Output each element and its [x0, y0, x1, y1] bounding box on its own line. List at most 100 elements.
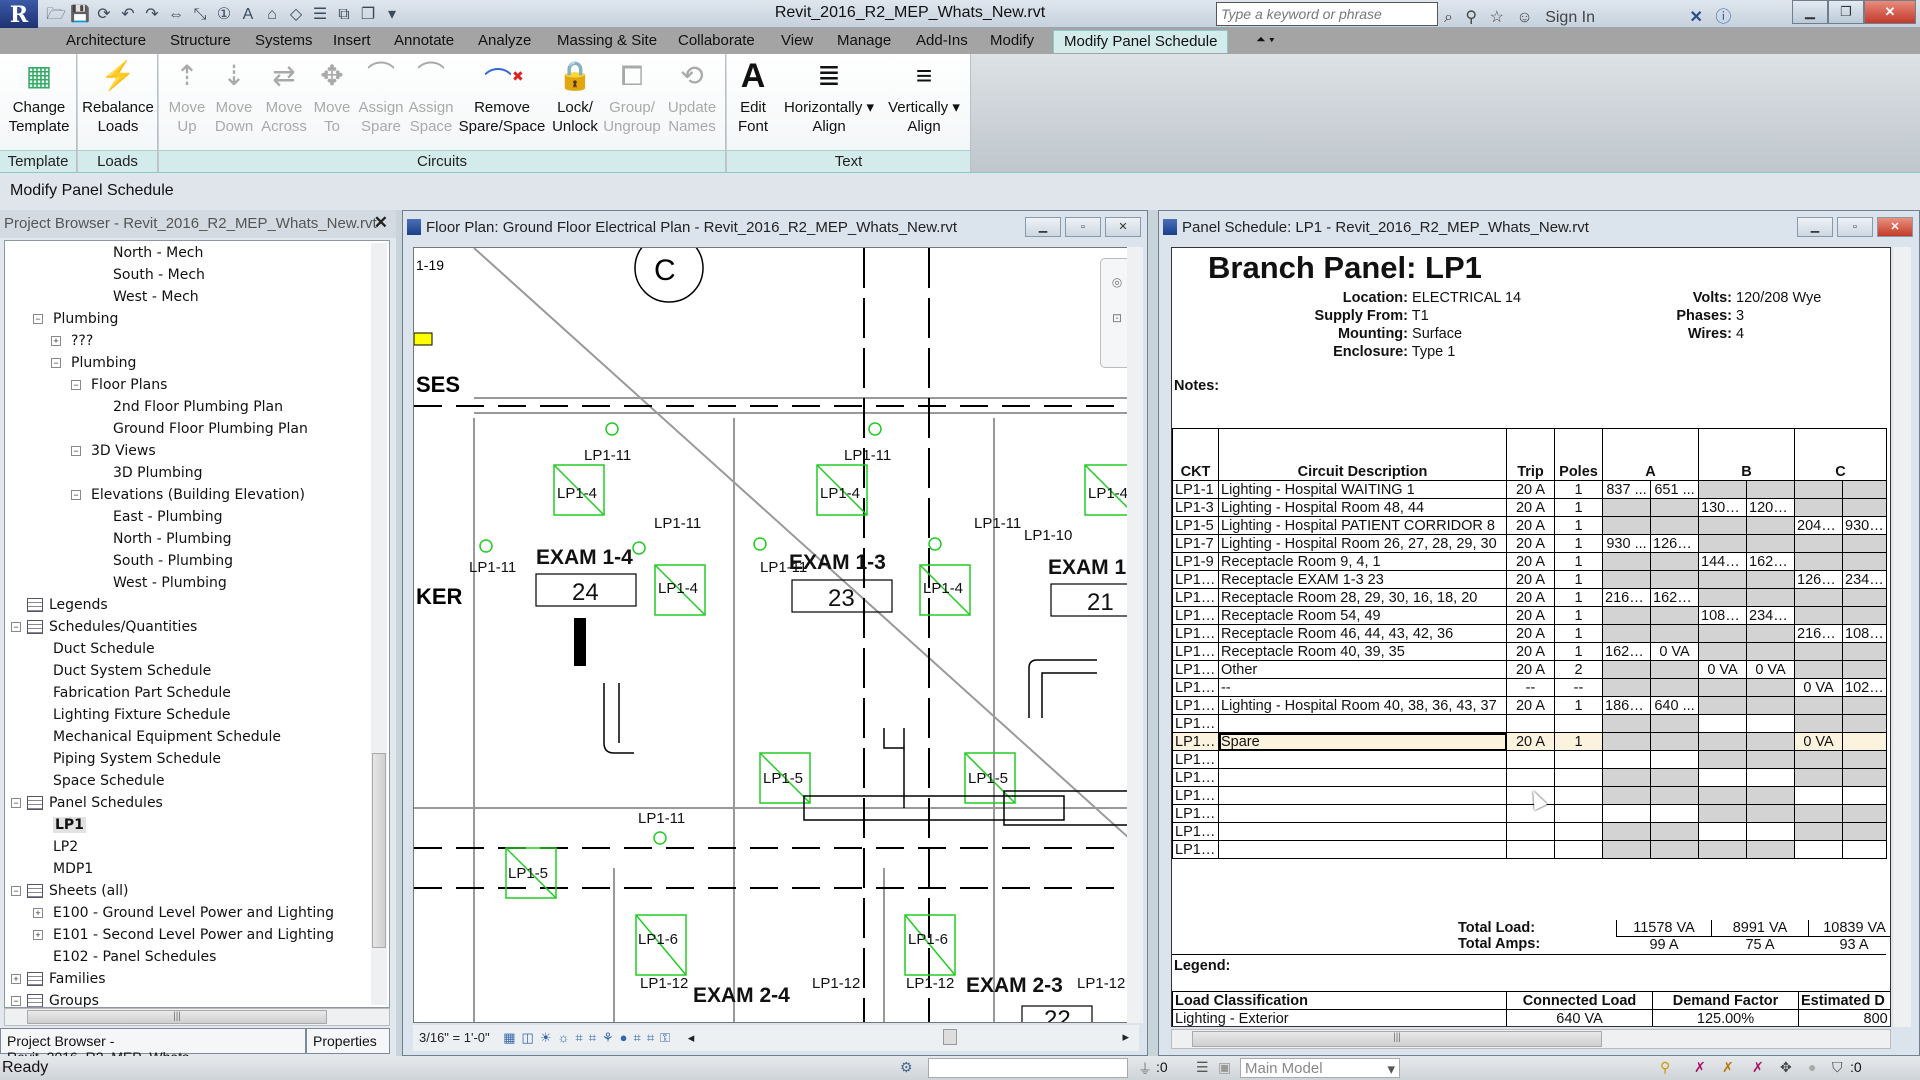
cell-b1[interactable]: [1698, 570, 1748, 589]
design-option-icon[interactable]: ▣: [1218, 1059, 1231, 1076]
cell-a1[interactable]: [1602, 750, 1651, 769]
cell-c2[interactable]: [1842, 804, 1888, 823]
cell-desc[interactable]: Receptacle Room 40, 39, 35: [1218, 642, 1507, 661]
cell-poles[interactable]: 1: [1554, 516, 1603, 535]
cell-c2[interactable]: [1842, 552, 1888, 571]
section-icon[interactable]: ◇: [284, 4, 308, 24]
minimize-button[interactable]: ▁: [1792, 0, 1828, 24]
circuit-row[interactable]: LP1-7 Lighting - Hospital Room 26, 27, 28…: [1172, 534, 1888, 553]
scrollbar-thumb[interactable]: [372, 753, 386, 948]
cell-poles[interactable]: 1: [1554, 624, 1603, 643]
cell-b2[interactable]: [1746, 732, 1796, 751]
cell-b1[interactable]: [1698, 642, 1748, 661]
cell-desc[interactable]: Receptacle Room 9, 4, 1: [1218, 552, 1507, 571]
cell-b2[interactable]: [1746, 642, 1796, 661]
cell-c1[interactable]: [1794, 534, 1844, 553]
cell-poles[interactable]: 1: [1554, 570, 1603, 589]
cell-a1[interactable]: 1860...: [1602, 696, 1651, 715]
cell-ckt[interactable]: LP1-3: [1172, 498, 1219, 517]
cell-poles[interactable]: [1554, 750, 1603, 769]
drag-elements-icon[interactable]: ✥: [1780, 1059, 1792, 1076]
cell-a2[interactable]: [1649, 804, 1700, 823]
circuit-row[interactable]: LP1-... Spare 20 A1 0 VA: [1172, 732, 1888, 751]
subscription-icon[interactable]: ⚲: [1465, 9, 1477, 26]
circuit-row[interactable]: LP1-...: [1172, 822, 1888, 841]
cell-c2[interactable]: [1842, 696, 1888, 715]
tab-systems[interactable]: Systems: [255, 32, 313, 49]
cell-a2[interactable]: 1620...: [1649, 588, 1700, 607]
cell-poles[interactable]: 1: [1554, 552, 1603, 571]
cell-c1[interactable]: 1260...: [1794, 570, 1844, 589]
cell-poles[interactable]: [1554, 840, 1603, 859]
cell-a1[interactable]: [1602, 498, 1651, 517]
cell-c2[interactable]: [1842, 732, 1888, 751]
scrollbar-thumb[interactable]: |||: [27, 1010, 327, 1024]
cell-a1[interactable]: [1602, 732, 1651, 751]
cell-desc[interactable]: [1218, 714, 1507, 733]
cell-trip[interactable]: 20 A: [1506, 642, 1555, 661]
cell-desc[interactable]: [1218, 768, 1507, 787]
expand-icon[interactable]: +: [33, 930, 43, 940]
cell-b1[interactable]: 0 VA: [1698, 660, 1748, 679]
collapse-icon[interactable]: −: [71, 490, 81, 500]
cell-a2[interactable]: [1649, 822, 1700, 841]
scrollbar-thumb[interactable]: [943, 1029, 957, 1045]
tab-view[interactable]: View: [781, 32, 813, 49]
cell-b1[interactable]: [1698, 786, 1748, 805]
cell-a2[interactable]: 0 VA: [1649, 642, 1700, 661]
collapse-icon[interactable]: −: [71, 380, 81, 390]
save-icon[interactable]: 💾: [68, 4, 92, 24]
collapse-icon[interactable]: −: [33, 314, 43, 324]
binoculars-icon[interactable]: ⌕: [1444, 9, 1453, 26]
cell-name[interactable]: Lighting - Exterior: [1172, 1009, 1507, 1026]
tree-item[interactable]: Floor Plans: [91, 377, 167, 393]
move-across-button[interactable]: ⇄ Move Across: [259, 58, 309, 136]
tree-item[interactable]: Elevations (Building Elevation): [91, 487, 305, 503]
tree-item[interactable]: MDP1: [53, 861, 93, 877]
tree-item[interactable]: E102 - Panel Schedules: [53, 949, 216, 965]
cell-poles[interactable]: 1: [1554, 732, 1603, 751]
cell-b1[interactable]: [1698, 480, 1748, 499]
cell-desc[interactable]: Spare: [1218, 732, 1507, 751]
cell-a1[interactable]: [1602, 516, 1651, 535]
cell-trip[interactable]: 20 A: [1506, 534, 1555, 553]
cell-a1[interactable]: 930 ...: [1602, 534, 1651, 553]
cell-c1[interactable]: 0 VA: [1794, 732, 1844, 751]
cell-b1[interactable]: [1698, 696, 1748, 715]
assign-space-button[interactable]: ⌒ Assign Space: [407, 58, 455, 136]
cell-desc[interactable]: Other: [1218, 660, 1507, 679]
load-classification-row[interactable]: Lighting - Exterior640 VA125.00%800 VA: [1172, 1009, 1890, 1026]
cell-trip[interactable]: [1506, 840, 1555, 859]
tree-item[interactable]: Families: [49, 971, 106, 987]
tree-item[interactable]: Duct Schedule: [53, 641, 155, 657]
cell-trip[interactable]: 20 A: [1506, 516, 1555, 535]
minimize-button[interactable]: ▁: [1025, 217, 1061, 237]
tree-item[interactable]: Panel Schedules: [49, 795, 163, 811]
tree-item[interactable]: Schedules/Quantities: [49, 619, 197, 635]
tree-item[interactable]: E100 - Ground Level Power and Lighting: [53, 905, 334, 921]
cell-c1[interactable]: [1794, 786, 1844, 805]
cell-b2[interactable]: [1746, 840, 1796, 859]
tab-add-ins[interactable]: Add-Ins: [916, 32, 968, 49]
cell-a2[interactable]: 651 ...: [1649, 480, 1700, 499]
vertical-scrollbar[interactable]: [1127, 247, 1143, 1023]
search-input[interactable]: Type a keyword or phrase: [1216, 2, 1438, 26]
tree-item[interactable]: Groups: [49, 993, 99, 1007]
cell-a2[interactable]: [1649, 840, 1700, 859]
cell-c2[interactable]: [1842, 786, 1888, 805]
cell-desc[interactable]: Receptacle Room 46, 44, 43, 42, 36: [1218, 624, 1507, 643]
cell-b1[interactable]: [1698, 768, 1748, 787]
cell-poles[interactable]: [1554, 714, 1603, 733]
cell-trip[interactable]: 20 A: [1506, 606, 1555, 625]
cell-a1[interactable]: 1620...: [1602, 642, 1651, 661]
cell-trip[interactable]: 20 A: [1506, 660, 1555, 679]
circuit-row[interactable]: LP1-...: [1172, 714, 1888, 733]
tree-item[interactable]: North - Plumbing: [113, 531, 232, 547]
cell-desc[interactable]: Receptacle EXAM 1-3 23: [1218, 570, 1507, 589]
tab-properties[interactable]: Properties: [306, 1028, 390, 1054]
tab-structure[interactable]: Structure: [170, 32, 231, 49]
cell-trip[interactable]: 20 A: [1506, 480, 1555, 499]
circuit-row[interactable]: LP1-5 Lighting - Hospital PATIENT CORRIDO…: [1172, 516, 1888, 535]
cell-b2[interactable]: [1746, 750, 1796, 769]
restore-button[interactable]: ▫: [1837, 217, 1873, 237]
